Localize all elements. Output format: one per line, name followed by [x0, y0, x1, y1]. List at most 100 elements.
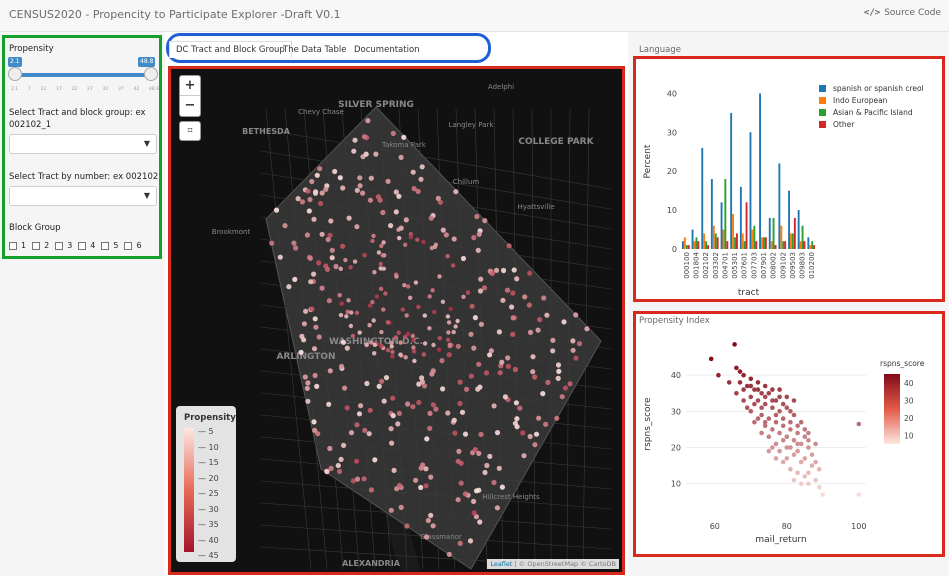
block-group-marker[interactable] [338, 363, 345, 369]
block-group-marker[interactable] [573, 355, 579, 361]
block-group-marker[interactable] [354, 476, 361, 482]
block-group-marker[interactable] [404, 313, 409, 318]
block-group-marker[interactable] [343, 257, 348, 263]
fit-bounds-icon[interactable]: ⌗ [179, 121, 201, 141]
block-group-marker[interactable] [354, 187, 360, 193]
block-group-marker[interactable] [457, 540, 463, 546]
block-group-marker[interactable] [375, 194, 381, 200]
block-group-marker[interactable] [380, 253, 385, 258]
block-group-marker[interactable] [338, 456, 344, 462]
block-group-marker[interactable] [411, 337, 416, 343]
block-group-marker[interactable] [433, 242, 439, 247]
checkbox[interactable] [101, 241, 110, 250]
block-group-marker[interactable] [423, 483, 429, 489]
block-group-marker[interactable] [432, 309, 437, 315]
block-group-marker[interactable] [440, 386, 446, 392]
block-group-marker[interactable] [487, 453, 493, 459]
block-group-marker[interactable] [451, 236, 457, 242]
block-group-marker[interactable] [311, 346, 318, 352]
block-group-marker[interactable] [357, 183, 363, 189]
block-group-marker[interactable] [304, 385, 310, 391]
block-group-marker[interactable] [352, 259, 358, 264]
block-group-marker[interactable] [405, 401, 411, 407]
block-group-marker[interactable] [497, 370, 503, 376]
block-group-marker[interactable] [370, 299, 375, 305]
block-group-marker[interactable] [306, 208, 312, 214]
block-group-marker[interactable] [371, 318, 376, 323]
block-group-marker[interactable] [390, 349, 395, 355]
map-view[interactable]: SILVER SPRING Takoma Park Adelphi Langley P… [168, 66, 625, 575]
block-group-marker[interactable] [467, 538, 474, 544]
block-group-marker[interactable] [527, 270, 533, 276]
leaflet-link[interactable]: Leaflet [490, 560, 512, 568]
tract-block-select[interactable]: ▼ [9, 134, 157, 154]
block-group-marker[interactable] [496, 465, 502, 471]
block-group-marker[interactable] [410, 333, 415, 339]
block-group-marker[interactable] [339, 301, 344, 306]
block-group-marker[interactable] [428, 512, 434, 518]
block-group-marker[interactable] [312, 372, 318, 379]
block-group-marker[interactable] [341, 442, 347, 448]
checkbox[interactable] [78, 241, 87, 250]
block-group-marker[interactable] [277, 254, 283, 260]
block-group-marker[interactable] [462, 431, 469, 437]
block-group-marker[interactable] [348, 323, 354, 329]
block-group-marker[interactable] [403, 217, 409, 223]
block-group-marker[interactable] [367, 323, 372, 328]
block-group-marker[interactable] [354, 422, 360, 428]
block-group-marker[interactable] [314, 383, 320, 389]
block-group-marker[interactable] [332, 168, 338, 175]
block-group-marker[interactable] [472, 315, 478, 321]
block-group-marker[interactable] [307, 196, 313, 203]
block-group-marker[interactable] [514, 424, 520, 430]
block-group-marker[interactable] [437, 336, 442, 341]
block-group-marker[interactable] [576, 341, 583, 347]
block-group-marker[interactable] [550, 337, 556, 343]
block-group-marker[interactable] [436, 347, 442, 352]
block-group-marker[interactable] [327, 445, 333, 452]
block-group-marker[interactable] [317, 166, 323, 172]
block-group-marker[interactable] [362, 253, 367, 258]
block-group-marker[interactable] [326, 298, 332, 304]
block-group-marker[interactable] [461, 294, 466, 299]
block-group-marker[interactable] [477, 519, 483, 525]
block-group-marker[interactable] [370, 238, 375, 244]
block-group-marker[interactable] [269, 240, 275, 246]
block-group-marker[interactable] [433, 406, 439, 412]
block-group-marker[interactable] [509, 304, 515, 310]
block-group-marker[interactable] [504, 287, 511, 293]
block-group-marker[interactable] [286, 284, 292, 290]
block-group-marker[interactable] [527, 329, 534, 335]
block-group-marker[interactable] [468, 331, 474, 337]
block-group-marker[interactable] [295, 196, 301, 202]
block-group-marker[interactable] [446, 330, 451, 335]
block-group-marker[interactable] [514, 276, 520, 282]
block-group-marker[interactable] [400, 307, 405, 312]
block-group-marker[interactable] [379, 329, 384, 335]
block-group-marker[interactable] [430, 368, 436, 374]
block-group-marker[interactable] [328, 465, 334, 471]
block-group-marker[interactable] [510, 290, 516, 296]
zoom-out-button[interactable]: − [180, 96, 200, 116]
block-group-marker[interactable] [483, 370, 490, 376]
block-group-marker[interactable] [319, 231, 325, 237]
block-group-marker[interactable] [447, 342, 453, 347]
block-group-marker[interactable] [520, 430, 526, 436]
block-group-marker[interactable] [305, 398, 311, 404]
block-group-marker[interactable] [357, 175, 363, 181]
block-group-marker[interactable] [440, 299, 446, 304]
block-group-marker[interactable] [357, 330, 362, 335]
block-group-marker[interactable] [469, 303, 475, 309]
block-group-marker[interactable] [559, 394, 565, 400]
block-group-marker[interactable] [379, 243, 384, 249]
block-group-marker[interactable] [305, 380, 311, 386]
block-group-marker[interactable] [427, 294, 432, 299]
block-group-marker[interactable] [482, 469, 488, 476]
block-group-marker[interactable] [309, 178, 315, 185]
block-group-marker[interactable] [312, 427, 318, 433]
block-group-option-6[interactable]: 6 [124, 241, 142, 250]
block-group-marker[interactable] [333, 263, 339, 270]
block-group-marker[interactable] [478, 276, 484, 282]
block-group-option-5[interactable]: 5 [101, 241, 118, 250]
block-group-marker[interactable] [352, 137, 358, 143]
